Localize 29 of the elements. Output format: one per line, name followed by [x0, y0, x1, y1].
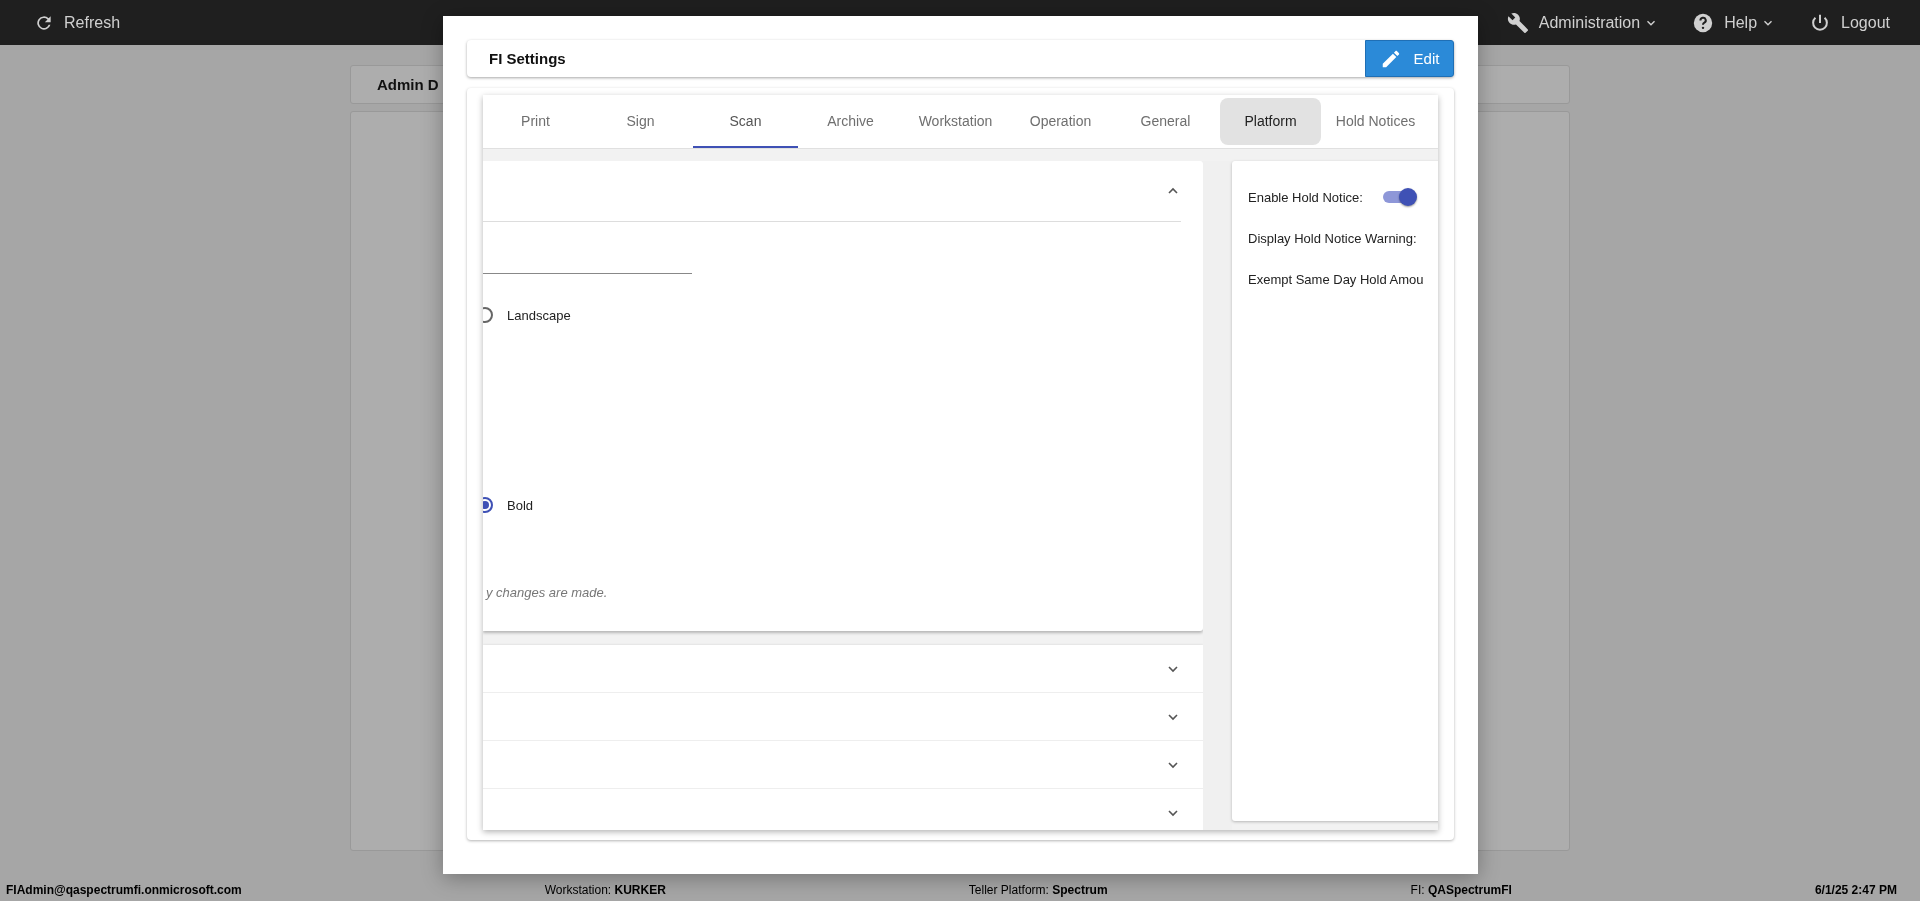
status-item: Teller Platform: Spectrum — [968, 883, 1108, 897]
refresh-button[interactable]: Refresh — [34, 12, 121, 33]
dialog-title: FI Settings — [488, 50, 567, 67]
date-time: 6/1/25 2:47 PM — [1814, 883, 1897, 897]
status-item: FI: QASpectrumFI — [1410, 883, 1512, 897]
tab[interactable]: Platform — [1220, 98, 1321, 145]
panel-title: Admin D — [377, 76, 439, 93]
tab[interactable]: Archive — [798, 95, 903, 148]
tab[interactable]: Hold Notices — [1323, 95, 1428, 148]
wrench-icon — [1506, 11, 1529, 34]
toggle-switch[interactable] — [1382, 187, 1417, 207]
edit-button[interactable]: Edit — [1365, 40, 1454, 77]
menu-button[interactable]: Administration — [1506, 11, 1659, 34]
menu-button[interactable]: Help — [1692, 11, 1776, 34]
setting-label: Exempt Same Day Hold Amou — [1248, 271, 1424, 287]
menu-button[interactable]: Logout — [1809, 11, 1890, 34]
help-icon — [1692, 11, 1715, 34]
tab[interactable]: Print — [483, 95, 588, 148]
hint-text: y changes are made. — [486, 585, 609, 600]
tab[interactable]: Sign — [588, 95, 693, 148]
tab[interactable]: General — [1113, 95, 1218, 148]
radio-option[interactable]: Landscape — [483, 307, 1181, 323]
user-email: FIAdmin@qaspectrumfi.onmicrosoft.com — [6, 883, 242, 897]
setting-label: Enable Hold Notice: — [1248, 189, 1363, 205]
status-item: Workstation: KURKER — [544, 883, 666, 897]
tab[interactable]: Workstation — [903, 95, 1008, 148]
tab[interactable]: Operation — [1008, 95, 1113, 148]
radio-option[interactable]: Bold — [483, 497, 1181, 513]
setting-label: Display Hold Notice Warning: — [1248, 230, 1417, 246]
